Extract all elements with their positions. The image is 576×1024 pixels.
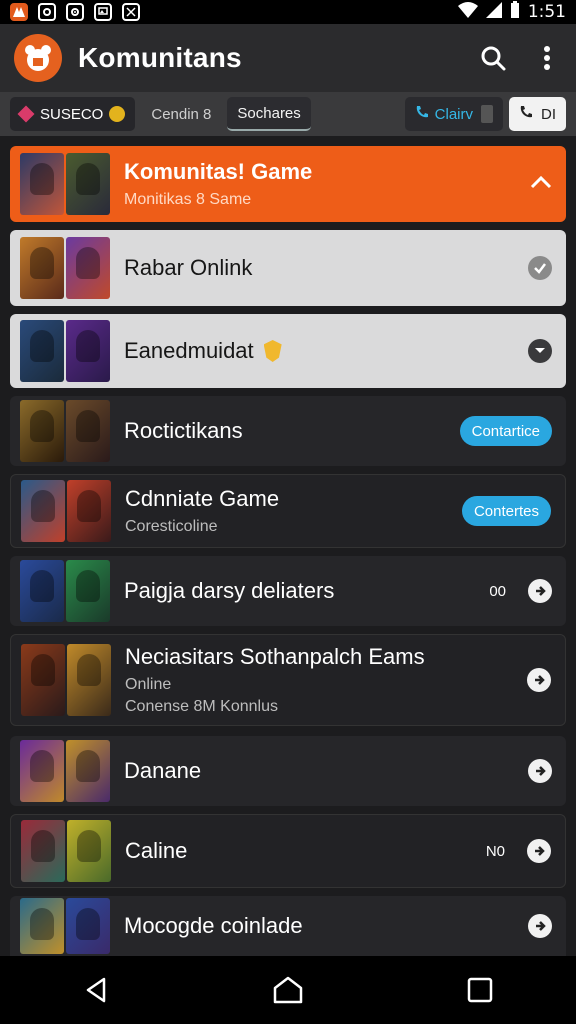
game-thumbnail xyxy=(66,237,110,299)
item-title: Danane xyxy=(124,758,202,783)
tab-cendin[interactable]: Cendin 8 xyxy=(141,97,221,131)
list-item[interactable]: Cdnniate Game Coresticoline Contertes xyxy=(10,474,566,548)
action-button[interactable]: Contartice xyxy=(459,416,552,446)
item-title: Rabar Onlink xyxy=(124,255,253,280)
game-thumbnail xyxy=(66,320,110,382)
list-item[interactable]: Danane xyxy=(10,736,566,806)
app-title: Komunitans xyxy=(78,42,242,73)
item-subtitle: Online xyxy=(125,676,172,693)
recents-icon[interactable] xyxy=(450,960,510,1020)
list-item[interactable]: Eanedmuidat xyxy=(10,314,566,388)
chevron-up-icon[interactable] xyxy=(530,175,552,194)
chevron-right-icon[interactable] xyxy=(527,839,551,863)
item-title: Mocogde coinlade xyxy=(124,913,303,938)
chevron-right-icon[interactable] xyxy=(528,759,552,783)
signal-icon xyxy=(485,1,502,23)
checkmark-icon[interactable] xyxy=(528,256,552,280)
game-thumbnail xyxy=(20,153,64,215)
game-thumbnail xyxy=(67,820,111,882)
game-thumbnail xyxy=(21,644,65,716)
navigation-bar xyxy=(0,956,576,1024)
item-title: Cdnniate Game xyxy=(125,486,280,511)
game-thumbnail xyxy=(20,400,64,462)
game-thumbnail xyxy=(20,740,64,802)
shield-badge-icon xyxy=(263,340,282,362)
game-thumbnail xyxy=(66,898,110,954)
game-thumbnail xyxy=(20,237,64,299)
chevron-right-icon[interactable] xyxy=(528,914,552,938)
game-thumbnail xyxy=(67,644,111,716)
call-chip[interactable]: Clairv xyxy=(404,97,503,131)
battery-icon xyxy=(510,0,520,24)
notification-icon xyxy=(10,3,28,21)
chevron-down-icon[interactable] xyxy=(528,339,552,363)
game-thumbnail xyxy=(66,400,110,462)
gem-icon xyxy=(17,105,35,123)
list-item[interactable]: Neciasitars Sothanpalch Eams Online Cone… xyxy=(10,634,566,726)
game-thumbnail xyxy=(20,560,64,622)
home-icon[interactable] xyxy=(258,960,318,1020)
tab-sochares[interactable]: Sochares xyxy=(227,97,311,131)
chip-handle xyxy=(481,105,493,123)
clock-app-icon xyxy=(38,3,56,21)
item-title: Eanedmuidat xyxy=(124,338,254,363)
status-bar: 1:51 xyxy=(0,0,576,24)
item-subtitle: Coresticoline xyxy=(125,518,218,535)
brand-chip-label: SUSECO xyxy=(40,105,104,123)
back-icon[interactable] xyxy=(66,960,126,1020)
chevron-right-icon[interactable] xyxy=(527,668,551,692)
list-item[interactable]: Rabar Onlink xyxy=(10,230,566,306)
item-title: Komunitas! Game xyxy=(124,159,313,184)
list-item[interactable]: Paigja darsy deliaters 00 xyxy=(10,556,566,626)
phone-icon xyxy=(415,105,429,123)
list-item[interactable]: Mocogde coinlade xyxy=(10,896,566,956)
call-chip-label: Clairv xyxy=(434,105,473,123)
call2-chip-label: DI xyxy=(541,105,556,123)
list-item[interactable]: Caline N0 xyxy=(10,814,566,888)
item-count: N0 xyxy=(485,842,505,860)
game-thumbnail xyxy=(20,320,64,382)
game-thumbnail xyxy=(66,560,110,622)
wifi-icon xyxy=(457,1,478,23)
sync-icon xyxy=(66,3,84,21)
app-bar: Komunitans xyxy=(0,24,576,92)
mail-icon xyxy=(122,3,140,21)
gallery-icon xyxy=(94,3,112,21)
item-title: Neciasitars Sothanpalch Eams xyxy=(125,644,425,669)
list-item[interactable]: Komunitas! Game Monitikas 8 Same xyxy=(10,146,566,222)
item-subtitle: Monitikas 8 Same xyxy=(124,191,252,208)
call2-chip[interactable]: DI xyxy=(509,97,566,131)
item-title: Roctictikans xyxy=(124,418,243,443)
tab-bar: SUSECO Cendin 8 Sochares Clairv DI xyxy=(0,92,576,136)
action-button[interactable]: Contertes xyxy=(461,496,551,526)
app-logo xyxy=(14,34,62,82)
game-thumbnail xyxy=(20,898,64,954)
phone-icon xyxy=(519,105,533,123)
game-thumbnail xyxy=(21,820,65,882)
item-title: Caline xyxy=(125,838,188,863)
coin-icon xyxy=(109,106,126,122)
game-thumbnail xyxy=(66,740,110,802)
chevron-right-icon[interactable] xyxy=(528,579,552,603)
search-icon[interactable] xyxy=(478,43,508,73)
list-item[interactable]: Roctictikans Contartice xyxy=(10,396,566,466)
item-title: Paigja darsy deliaters xyxy=(124,578,335,603)
item-count: 00 xyxy=(489,582,506,600)
game-thumbnail xyxy=(67,480,111,542)
game-thumbnail xyxy=(21,480,65,542)
brand-chip[interactable]: SUSECO xyxy=(10,97,136,131)
item-subtitle-2: Conense 8M Konnlus xyxy=(125,698,278,715)
game-thumbnail xyxy=(66,153,110,215)
clock-time: 1:51 xyxy=(527,2,566,22)
more-options-icon[interactable] xyxy=(532,43,562,73)
